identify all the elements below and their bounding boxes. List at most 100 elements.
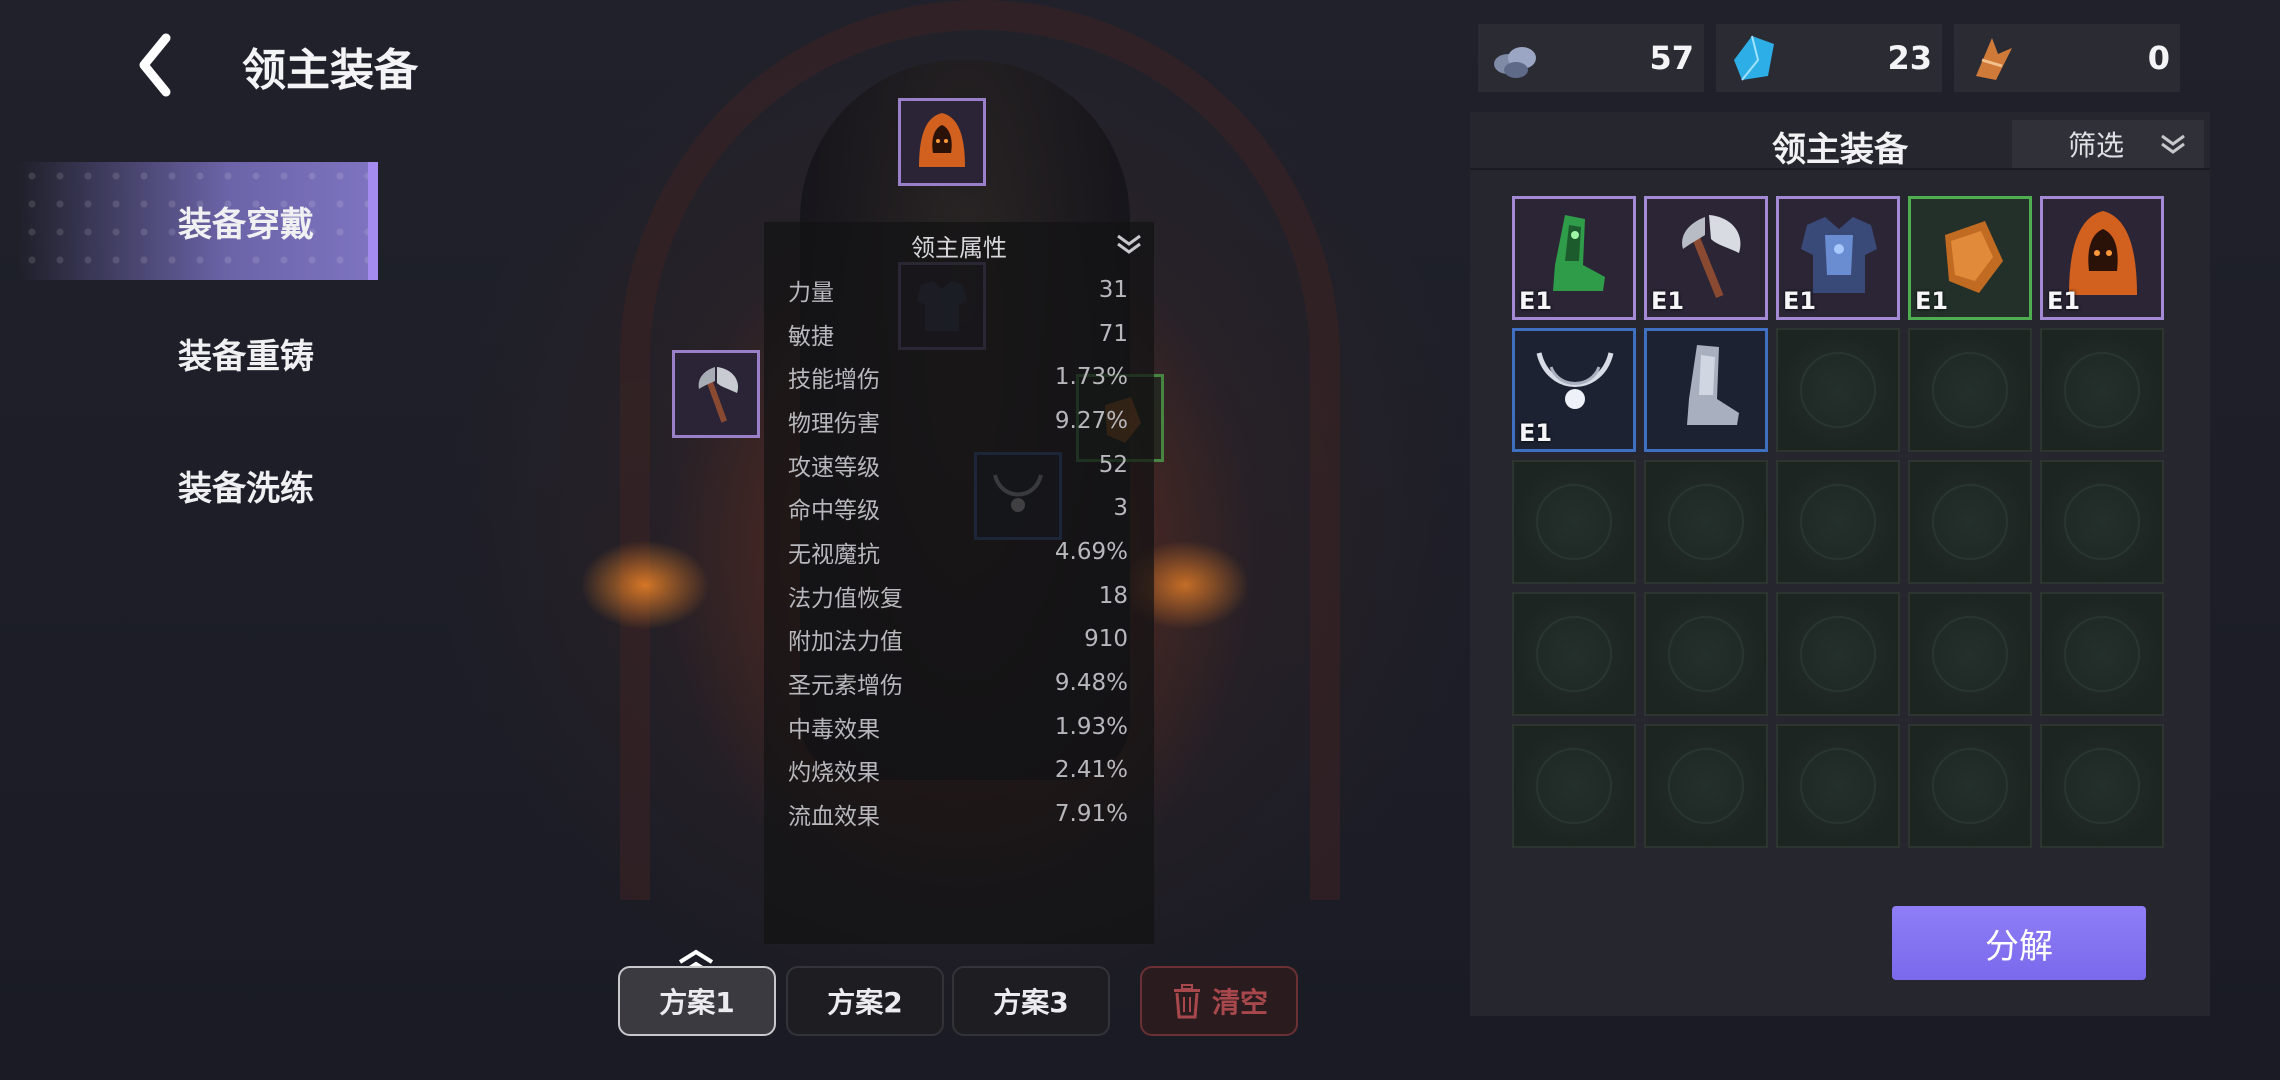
empty-slot[interactable] <box>1644 592 1768 716</box>
nav-item-equip[interactable]: 装备穿戴 <box>18 162 378 280</box>
equipped-head-slot[interactable] <box>898 98 986 186</box>
item-tier: E1 <box>1519 419 1553 447</box>
attribute-row: 圣元素增伤 9.48% <box>788 661 1128 705</box>
empty-slot[interactable] <box>2040 592 2164 716</box>
attribute-value: 4.69% <box>1054 538 1128 565</box>
inventory-header: 领主装备 筛选 <box>1470 112 2210 170</box>
attributes-list: 力量 31 敏捷 71 技能增伤 1.73% 物理伤害 9.27% 攻速等级 52 命中等… <box>788 268 1128 836</box>
empty-slot[interactable] <box>1512 592 1636 716</box>
left-nav: 装备穿戴 装备重铸 装备洗练 <box>18 162 378 544</box>
empty-slot[interactable] <box>1512 724 1636 848</box>
currency-crystal: 23 <box>1716 24 1942 92</box>
clear-button[interactable]: 清空 <box>1140 966 1298 1036</box>
empty-slot[interactable] <box>1908 592 2032 716</box>
equipped-weapon-slot[interactable] <box>672 350 760 438</box>
attribute-row: 附加法力值 910 <box>788 618 1128 662</box>
empty-slot[interactable] <box>1776 592 1900 716</box>
empty-slot[interactable] <box>1908 460 2032 584</box>
inventory-item[interactable]: E1 <box>1776 196 1900 320</box>
attribute-value: 9.27% <box>1054 407 1128 434</box>
trash-icon <box>1173 984 1200 1019</box>
attribute-row: 命中等级 3 <box>788 486 1128 530</box>
clear-label: 清空 <box>1211 986 1268 1019</box>
inventory-item[interactable]: E1 <box>1644 196 1768 320</box>
attribute-value: 52 <box>1098 451 1128 478</box>
ore-icon <box>1494 47 1536 78</box>
scheme-label: 方案1 <box>659 986 735 1019</box>
filter-dropdown[interactable]: 筛选 <box>2012 120 2204 168</box>
currency-shard: 0 <box>1954 24 2180 92</box>
empty-slot[interactable] <box>1776 724 1900 848</box>
empty-slot[interactable] <box>1644 724 1768 848</box>
attribute-value: 2.41% <box>1054 757 1128 784</box>
attribute-value: 71 <box>1098 320 1128 347</box>
scheme-1-button[interactable]: 方案1 <box>618 966 776 1036</box>
scheme-3-button[interactable]: 方案3 <box>952 966 1110 1036</box>
attribute-value: 1.73% <box>1054 364 1128 391</box>
empty-slot[interactable] <box>2040 460 2164 584</box>
empty-slot[interactable] <box>1776 460 1900 584</box>
attributes-title: 领主属性 <box>911 234 1007 262</box>
inventory-item[interactable]: E1 <box>1512 196 1636 320</box>
axe-icon <box>698 367 739 423</box>
item-tier: E1 <box>1915 287 1949 315</box>
brazier-left <box>580 540 710 630</box>
inventory-item[interactable]: E1 <box>1908 196 2032 320</box>
nav-item-label: 装备穿戴 <box>178 204 314 245</box>
attribute-row: 流血效果 7.91% <box>788 792 1128 836</box>
crystal-icon <box>1734 35 1774 81</box>
empty-slot[interactable] <box>1512 460 1636 584</box>
attribute-value: 7.91% <box>1054 801 1128 828</box>
currency-ore: 57 <box>1478 24 1704 92</box>
inventory-panel: 领主装备 筛选 E1 E1 E1 E1 E1 E1 <box>1470 112 2210 1016</box>
empty-slot[interactable] <box>1776 328 1900 452</box>
currency-value: 57 <box>1649 39 1694 77</box>
attribute-name: 力量 <box>788 279 834 306</box>
attribute-name: 中毒效果 <box>788 716 880 743</box>
attribute-name: 附加法力值 <box>788 629 903 656</box>
attribute-row: 物理伤害 9.27% <box>788 399 1128 443</box>
nav-item-refine[interactable]: 装备洗练 <box>18 426 378 544</box>
attribute-row: 敏捷 71 <box>788 312 1128 356</box>
inventory-item[interactable] <box>1644 328 1768 452</box>
empty-slot[interactable] <box>1908 328 2032 452</box>
filter-label: 筛选 <box>2068 129 2125 162</box>
nav-item-reforge[interactable]: 装备重铸 <box>18 294 378 412</box>
empty-slot[interactable] <box>2040 724 2164 848</box>
page-title: 领主装备 <box>242 45 418 96</box>
greaves-icon <box>1687 345 1739 425</box>
attribute-name: 命中等级 <box>788 498 880 525</box>
item-tier: E1 <box>1783 287 1817 315</box>
attribute-name: 无视魔抗 <box>788 541 880 568</box>
dismantle-button[interactable]: 分解 <box>1892 906 2146 980</box>
attribute-row: 无视魔抗 4.69% <box>788 530 1128 574</box>
attribute-row: 力量 31 <box>788 268 1128 312</box>
attribute-name: 灼烧效果 <box>788 760 880 787</box>
scheme-2-button[interactable]: 方案2 <box>786 966 944 1036</box>
empty-slot[interactable] <box>2040 328 2164 452</box>
item-tier: E1 <box>1651 287 1685 315</box>
dismantle-label: 分解 <box>1985 926 2053 967</box>
nav-item-label: 装备重铸 <box>178 336 314 377</box>
item-tier: E1 <box>1519 287 1553 315</box>
nav-item-label: 装备洗练 <box>178 468 314 509</box>
scheme-label: 方案2 <box>827 986 903 1019</box>
attribute-name: 法力值恢复 <box>788 585 903 612</box>
collapse-button[interactable] <box>1112 230 1146 258</box>
shard-icon <box>1976 38 2012 80</box>
attribute-name: 物理伤害 <box>788 410 880 437</box>
attribute-name: 攻速等级 <box>788 454 880 481</box>
hood-icon <box>919 113 965 167</box>
back-button[interactable] <box>132 30 182 100</box>
empty-slot[interactable] <box>1908 724 2032 848</box>
double-chevron-down-icon <box>2161 134 2185 154</box>
attribute-row: 法力值恢复 18 <box>788 574 1128 618</box>
empty-slot[interactable] <box>1644 460 1768 584</box>
attribute-name: 技能增伤 <box>788 367 880 394</box>
attribute-value: 31 <box>1098 276 1128 303</box>
attribute-value: 3 <box>1113 495 1128 522</box>
inventory-item[interactable]: E1 <box>2040 196 2164 320</box>
inventory-item[interactable]: E1 <box>1512 328 1636 452</box>
attribute-name: 流血效果 <box>788 804 880 831</box>
double-chevron-down-icon <box>1117 234 1141 254</box>
